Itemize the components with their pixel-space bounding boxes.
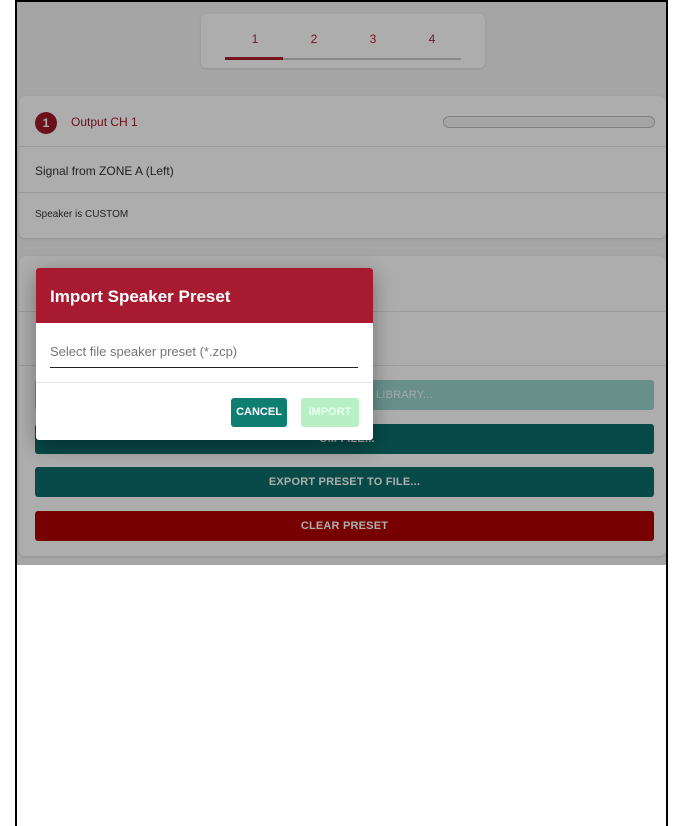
import-button[interactable]: IMPORT (301, 398, 359, 427)
file-path-input[interactable] (50, 336, 358, 368)
dialog-header: Import Speaker Preset (36, 268, 373, 323)
dialog-title: Import Speaker Preset (50, 287, 231, 306)
dialog-divider (36, 382, 373, 383)
app-frame: 1 2 3 4 1 Output CH 1 Signal from ZONE A… (15, 0, 668, 826)
import-speaker-preset-dialog: Import Speaker Preset CANCEL IMPORT (36, 268, 373, 440)
app-content: 1 2 3 4 1 Output CH 1 Signal from ZONE A… (17, 2, 666, 565)
cancel-button[interactable]: CANCEL (231, 398, 287, 427)
